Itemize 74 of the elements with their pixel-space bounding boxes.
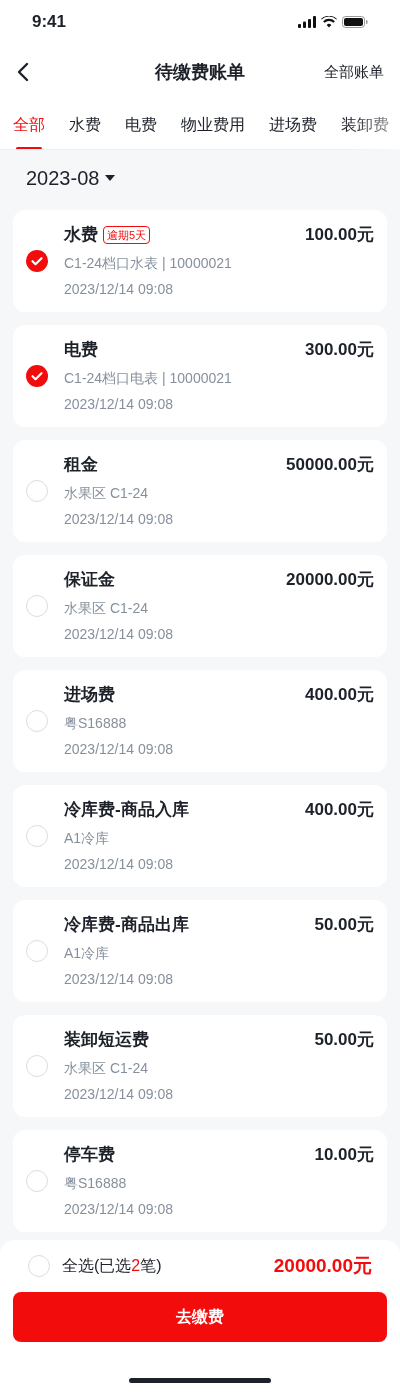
- bill-amount: 50000.00元: [286, 454, 374, 477]
- bill-card[interactable]: 装卸短运费 50.00元 水果区 C1-24 2023/12/14 09:08: [13, 1015, 387, 1117]
- bill-name: 进场费: [64, 684, 115, 707]
- category-tab[interactable]: 电费: [125, 100, 157, 149]
- bill-checkbox[interactable]: [26, 825, 48, 847]
- bill-card[interactable]: 冷库费-商品出库 50.00元 A1冷库 2023/12/14 09:08: [13, 900, 387, 1002]
- bill-detail: 水果区 C1-24: [64, 483, 150, 503]
- bill-detail: 粤S16888: [64, 713, 128, 733]
- bill-card[interactable]: 冷库费-商品入库 400.00元 A1冷库 2023/12/14 09:08: [13, 785, 387, 887]
- signal-icon: [298, 16, 316, 28]
- bill-name: 装卸短运费: [64, 1029, 149, 1052]
- total-amount: 20000.00元: [273, 1253, 372, 1278]
- bill-amount: 20000.00元: [286, 569, 374, 592]
- bill-time: 2023/12/14 09:08: [64, 969, 174, 989]
- bill-time: 2023/12/14 09:08: [64, 279, 174, 299]
- bill-checkbox[interactable]: [26, 940, 48, 962]
- bill-time: 2023/12/14 09:08: [64, 509, 174, 529]
- category-tab[interactable]: 进场费: [269, 100, 317, 149]
- category-tab[interactable]: 物业费用: [181, 100, 245, 149]
- battery-icon: [342, 16, 368, 28]
- bill-amount: 50.00元: [314, 914, 374, 937]
- bill-time: 2023/12/14 09:08: [64, 1199, 174, 1219]
- overdue-badge: 逾期5天: [103, 226, 151, 244]
- bill-name: 水费: [64, 224, 98, 247]
- bill-time: 2023/12/14 09:08: [64, 739, 174, 759]
- bill-amount: 400.00元: [305, 799, 374, 822]
- bill-checkbox[interactable]: [26, 480, 48, 502]
- category-tab[interactable]: 水费: [69, 100, 101, 149]
- all-bills-link[interactable]: 全部账单: [324, 60, 384, 84]
- bill-time: 2023/12/14 09:08: [64, 1084, 174, 1104]
- bill-amount: 10.00元: [314, 1144, 374, 1167]
- bill-detail: A1冷库: [64, 828, 111, 848]
- bill-checkbox[interactable]: [26, 250, 48, 272]
- bill-checkbox[interactable]: [26, 365, 48, 387]
- bill-checkbox[interactable]: [26, 595, 48, 617]
- bill-detail: 粤S16888: [64, 1173, 128, 1193]
- bill-card[interactable]: 进场费 400.00元 粤S16888 2023/12/14 09:08: [13, 670, 387, 772]
- pay-button[interactable]: 去缴费: [13, 1292, 387, 1342]
- category-tab[interactable]: 装卸费: [341, 100, 389, 149]
- bill-time: 2023/12/14 09:08: [64, 624, 174, 644]
- bill-checkbox[interactable]: [26, 1170, 48, 1192]
- bill-detail: C1-24档口水表 | 10000021: [64, 253, 233, 273]
- bill-detail: 水果区 C1-24: [64, 598, 150, 618]
- bill-amount: 50.00元: [314, 1029, 374, 1052]
- bill-amount: 300.00元: [305, 339, 374, 362]
- dropdown-caret-icon[interactable]: [105, 175, 116, 181]
- status-time: 9:41: [32, 11, 67, 34]
- bill-card[interactable]: 水费 逾期5天 100.00元 C1-24档口水表 | 10000021 2023/12/14 09:08: [13, 210, 387, 312]
- bill-detail: 水果区 C1-24: [64, 1058, 150, 1078]
- select-all-checkbox[interactable]: [28, 1255, 50, 1277]
- bill-name: 冷库费-商品出库: [64, 914, 189, 937]
- bill-amount: 400.00元: [305, 684, 374, 707]
- bill-checkbox[interactable]: [26, 1055, 48, 1077]
- bill-name: 保证金: [64, 569, 115, 592]
- wifi-icon: [321, 16, 337, 28]
- bill-detail: C1-24档口电表 | 10000021: [64, 368, 233, 388]
- month-picker[interactable]: 2023-08: [26, 163, 100, 193]
- bill-checkbox[interactable]: [26, 710, 48, 732]
- bill-card[interactable]: 停车费 10.00元 粤S16888 2023/12/14 09:08: [13, 1130, 387, 1232]
- bill-name: 冷库费-商品入库: [64, 799, 189, 822]
- bill-card[interactable]: 租金 50000.00元 水果区 C1-24 2023/12/14 09:08: [13, 440, 387, 542]
- category-tab[interactable]: 全部: [13, 100, 45, 149]
- bill-name: 停车费: [64, 1144, 115, 1167]
- page-title: 待缴费账单: [155, 60, 245, 84]
- bill-name: 电费: [64, 339, 98, 362]
- bill-card[interactable]: 保证金 20000.00元 水果区 C1-24 2023/12/14 09:08: [13, 555, 387, 657]
- bill-time: 2023/12/14 09:08: [64, 854, 174, 874]
- bill-time: 2023/12/14 09:08: [64, 394, 174, 414]
- bill-name: 租金: [64, 454, 98, 477]
- select-all-label: 全选(已选2笔): [62, 1256, 162, 1276]
- bill-detail: A1冷库: [64, 943, 111, 963]
- back-icon[interactable]: [16, 62, 30, 82]
- bill-amount: 100.00元: [305, 224, 374, 247]
- bill-card[interactable]: 电费 300.00元 C1-24档口电表 | 10000021 2023/12/14 09:08: [13, 325, 387, 427]
